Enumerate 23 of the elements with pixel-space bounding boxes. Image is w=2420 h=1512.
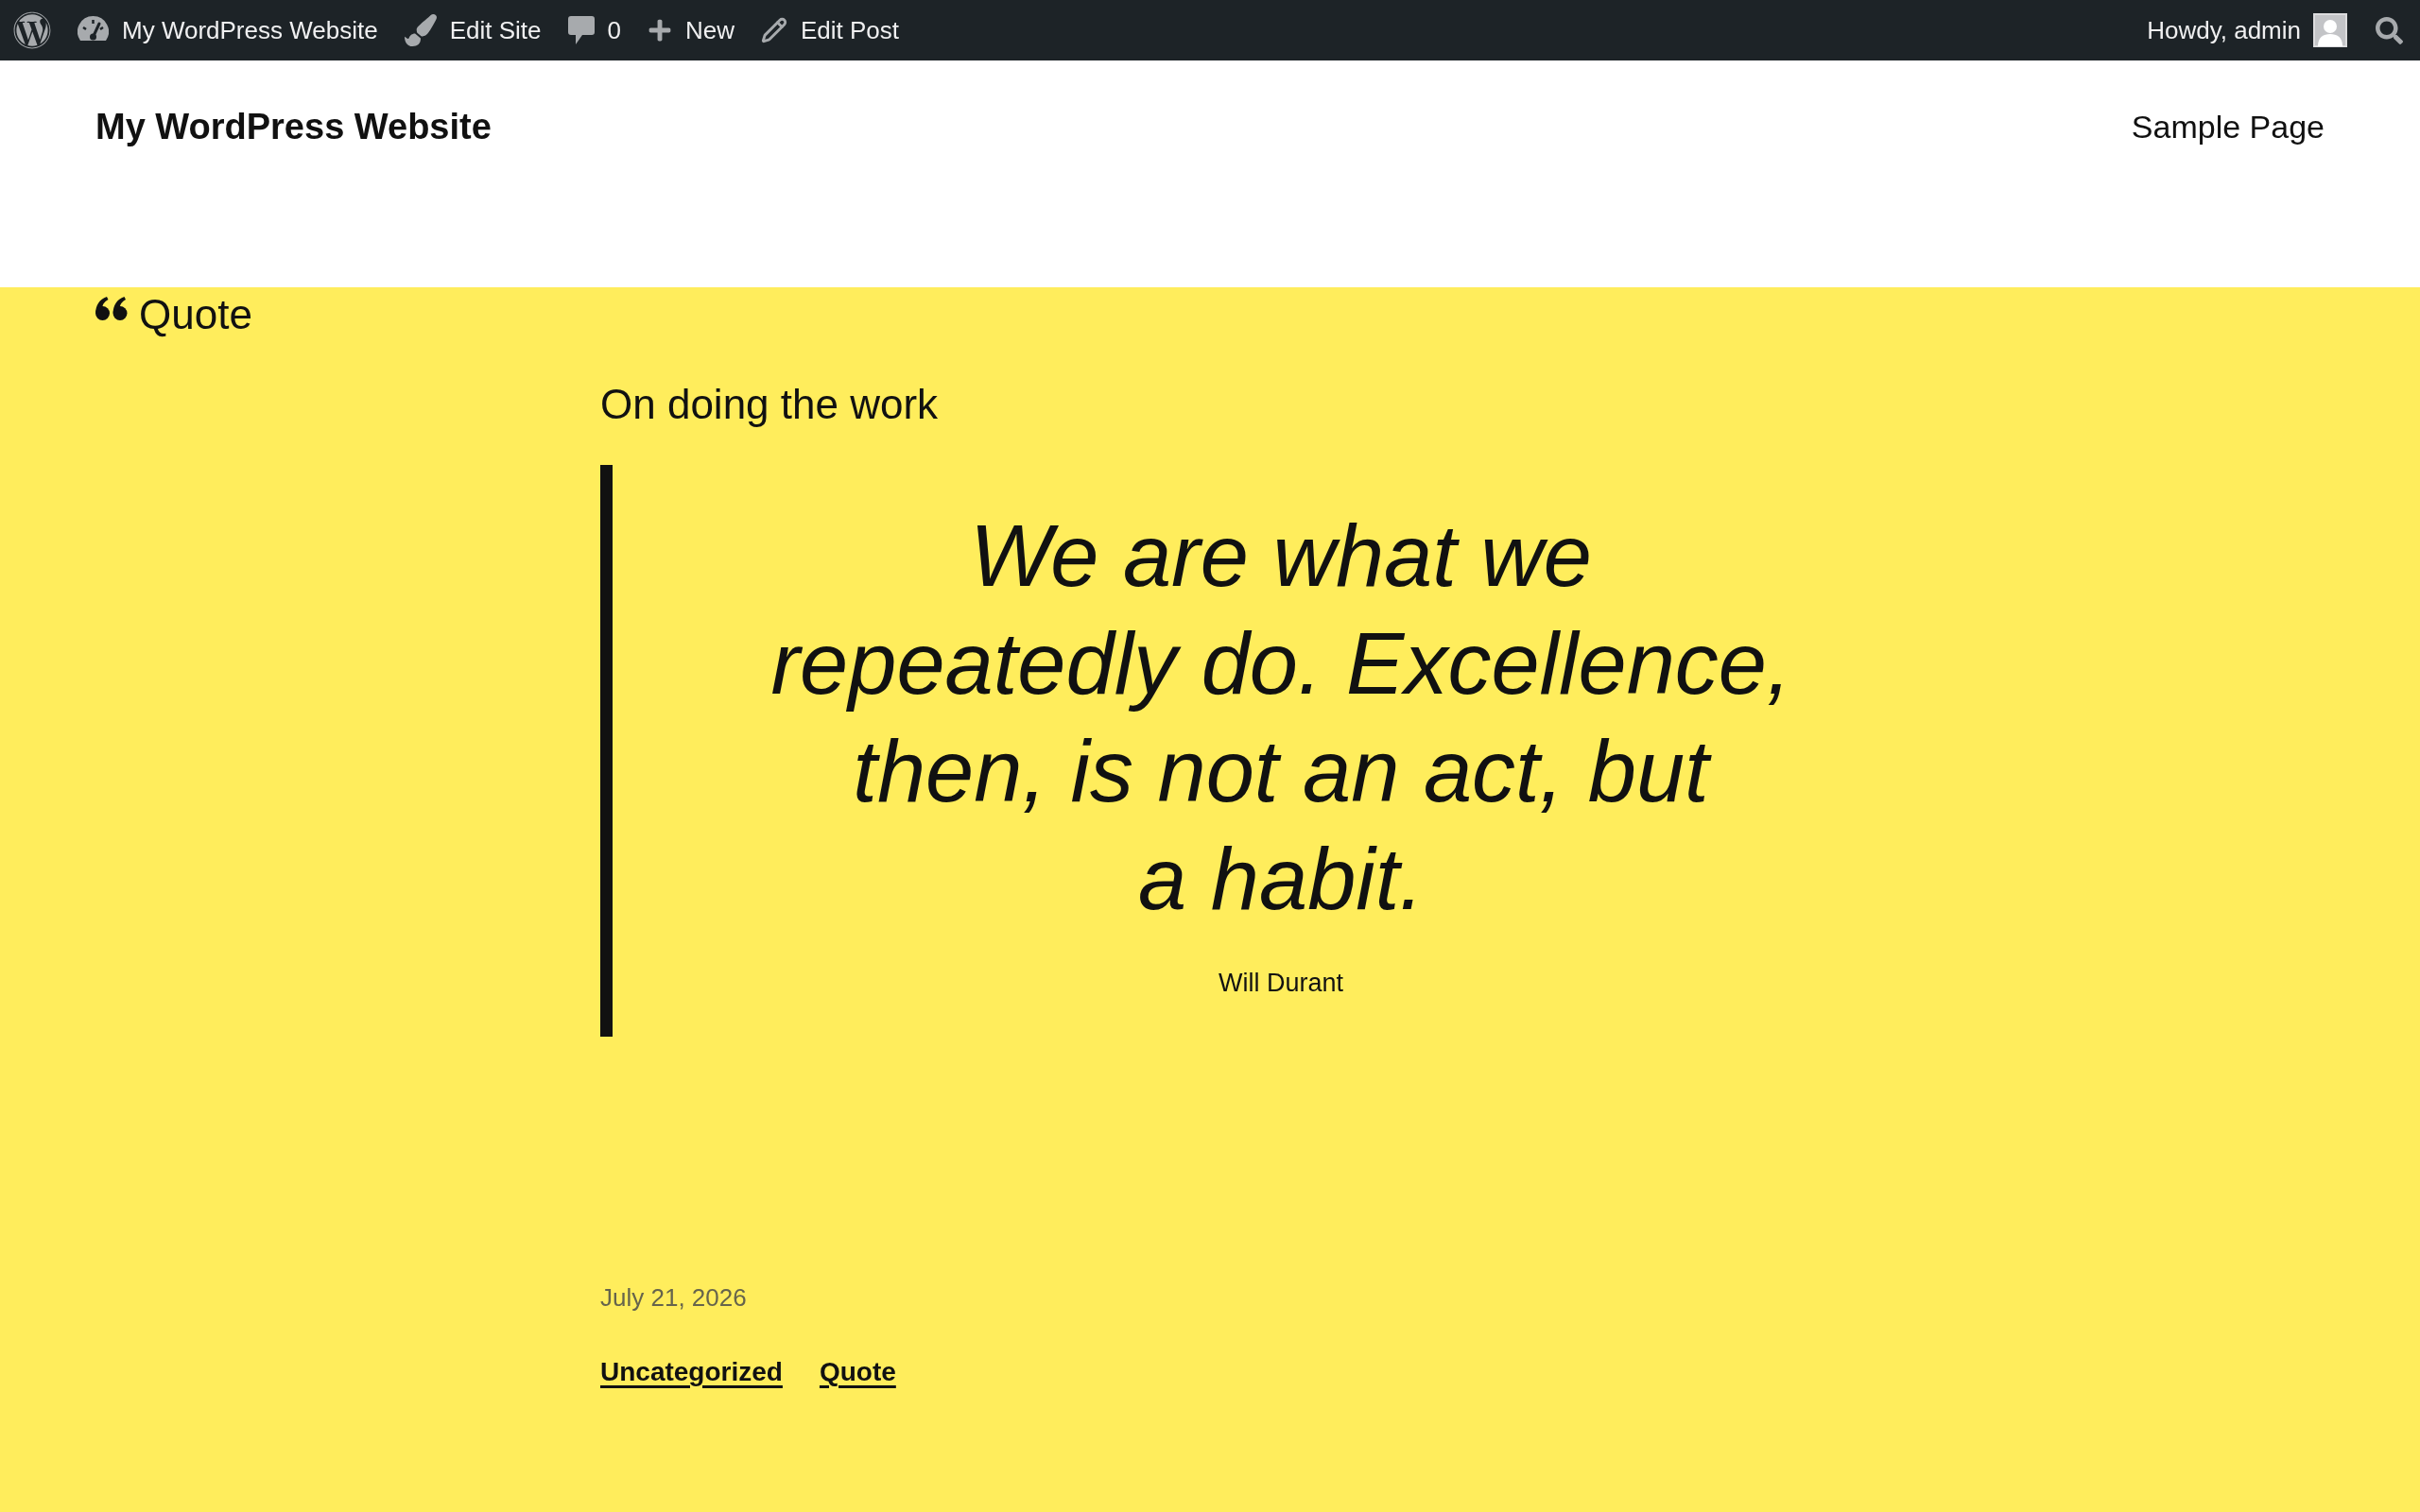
post-format-label: Quote [139,290,252,339]
circle-w-logo-icon [13,11,51,49]
pencil-icon [761,17,787,43]
post-title: On doing the work [600,380,939,429]
quote-mark-icon [95,297,128,320]
post-date: July 21, 2026 [600,1282,747,1313]
admin-bar-link[interactable]: 0 [554,0,634,60]
plus-icon [647,18,672,43]
paintbrush-icon [404,14,437,46]
tag-link[interactable]: Uncategorized [600,1356,783,1388]
admin-bar-link[interactable]: New [633,0,748,60]
admin-bar-link[interactable]: Edit Site [390,0,555,60]
avatar-icon [2313,13,2347,47]
nav-link[interactable]: Sample Page [2131,104,2325,149]
quote-text: We are what we repeatedly do. Excellence, then, is not an act, but a habit. [769,507,1792,929]
speech-bubble-icon [567,16,595,44]
site-title[interactable]: My WordPress Website [95,104,492,149]
admin-bar-link[interactable]: My WordPress Website [64,0,391,60]
quote-citation: Will Durant [1219,968,1343,998]
search-icon [2376,16,2403,44]
tag-link[interactable]: Quote [819,1356,896,1388]
admin-bar-link[interactable]: Edit Post [748,0,913,60]
account-menu[interactable]: Howdy, admin [2134,0,2360,60]
